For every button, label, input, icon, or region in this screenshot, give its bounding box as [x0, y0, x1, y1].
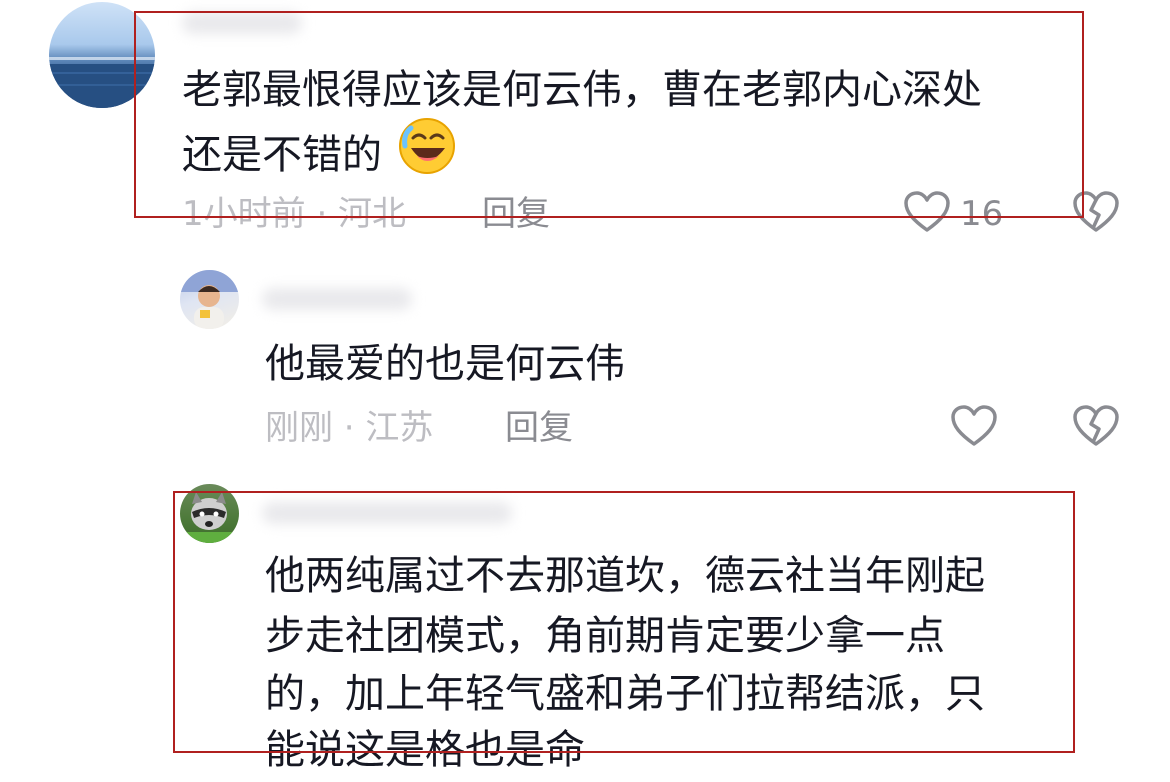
username-blurred[interactable] [182, 12, 302, 34]
comment-text: 还是不错的 [182, 116, 457, 195]
like-heart-icon[interactable] [903, 190, 951, 238]
avatar-child-image [180, 270, 239, 329]
grinning-sweat-emoji [397, 116, 457, 195]
reply-button[interactable]: 回复 [505, 408, 573, 448]
avatar[interactable] [180, 270, 239, 329]
like-heart-icon[interactable] [950, 404, 998, 452]
comment-meta: 刚刚 · 江苏 [265, 408, 434, 448]
like-count: 16 [960, 194, 1004, 234]
dislike-broken-heart-icon[interactable] [1072, 404, 1120, 452]
comment-text: 他两纯属过不去那道坎，德云社当年刚起 [265, 553, 985, 599]
comment-text: 老郭最恨得应该是何云伟，曹在老郭内心深处 [182, 67, 982, 113]
avatar[interactable] [49, 2, 155, 108]
comment-text: 他最爱的也是何云伟 [265, 341, 625, 387]
comment-text: 的，加上年轻气盛和弟子们拉帮结派，只 [265, 671, 985, 717]
username-blurred[interactable] [262, 502, 512, 524]
reply-button[interactable]: 回复 [482, 194, 550, 234]
comment-text: 能说这是格也是命 [265, 727, 585, 773]
comment-text: 步走社团模式，角前期肯定要少拿一点 [265, 613, 945, 659]
comment-meta: 1小时前 · 河北 [182, 194, 407, 234]
avatar-sea-image [49, 57, 155, 108]
avatar[interactable] [180, 484, 239, 543]
avatar-raccoon-image [180, 492, 239, 543]
username-blurred[interactable] [262, 288, 412, 310]
dislike-broken-heart-icon[interactable] [1072, 190, 1120, 238]
